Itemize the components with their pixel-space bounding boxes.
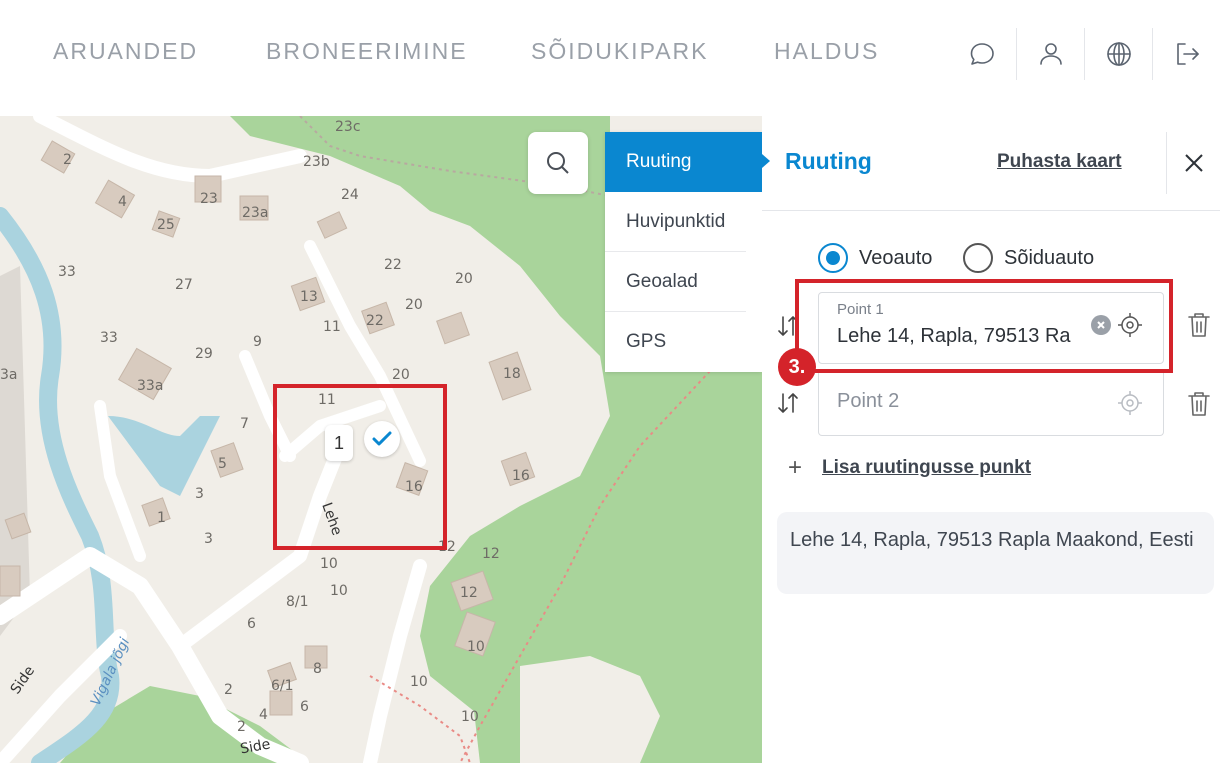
radio-unselected-indicator[interactable] xyxy=(963,243,993,273)
checkmark-icon[interactable] xyxy=(364,421,400,457)
menu-item-ruuting[interactable]: Ruuting xyxy=(605,132,762,192)
street-label-side: Side xyxy=(8,663,38,697)
house-number: 2 xyxy=(237,719,246,735)
search-icon xyxy=(547,152,569,174)
close-icon xyxy=(1184,154,1203,172)
radio-selected-indicator[interactable] xyxy=(818,243,848,273)
panel-title: Ruuting xyxy=(785,148,872,174)
logout-icon[interactable] xyxy=(1152,28,1220,80)
step-badge: 3. xyxy=(778,348,816,386)
house-number: 18 xyxy=(503,366,521,382)
house-number: 3a xyxy=(0,367,18,383)
house-number: 12 xyxy=(460,585,478,601)
house-number: 29 xyxy=(195,346,213,362)
nav-soidukipark[interactable]: SÕIDUKIPARK xyxy=(531,38,709,65)
locate-icon[interactable] xyxy=(1117,390,1143,416)
radio-label: Veoauto xyxy=(859,246,933,269)
house-number: 10 xyxy=(467,639,485,655)
house-number: 3 xyxy=(195,486,204,502)
divider xyxy=(762,210,1220,211)
swap-points-icon[interactable] xyxy=(777,390,799,416)
house-number: 6 xyxy=(247,616,256,632)
panel-pointer xyxy=(762,154,770,168)
house-number: 10 xyxy=(461,709,479,725)
house-number: 22 xyxy=(384,257,402,273)
house-number: 33 xyxy=(100,330,118,346)
nav-broneerimine[interactable]: BRONEERIMINE xyxy=(266,38,468,65)
add-route-point-label: Lisa ruutingusse punkt xyxy=(822,457,1032,478)
close-panel-button[interactable] xyxy=(1166,132,1220,194)
address-result[interactable]: Lehe 14, Rapla, 79513 Rapla Maakond, Ees… xyxy=(777,512,1214,594)
nav-aruanded[interactable]: ARUANDED xyxy=(53,38,198,65)
house-number: 3 xyxy=(204,531,213,547)
house-number: 24 xyxy=(341,187,359,203)
house-number: 23 xyxy=(200,191,218,207)
radio-veoauto[interactable]: Veoauto xyxy=(818,243,932,273)
house-number: 8/1 xyxy=(286,594,309,610)
house-number: 4 xyxy=(118,194,127,210)
house-number: 10 xyxy=(330,583,348,599)
nav-haldus[interactable]: HALDUS xyxy=(774,38,879,65)
house-number: 25 xyxy=(157,217,175,233)
add-route-point-button[interactable]: + Lisa ruutingusse punkt xyxy=(788,456,1031,480)
menu-item-gps[interactable]: GPS xyxy=(605,312,746,372)
house-number: 23a xyxy=(242,205,268,221)
menu-item-geoalad[interactable]: Geoalad xyxy=(605,252,746,312)
menu-item-huvipunktid[interactable]: Huvipunktid xyxy=(605,192,746,252)
house-number: 9 xyxy=(253,334,262,350)
clear-map-link[interactable]: Puhasta kaart xyxy=(997,151,1122,173)
house-number: 27 xyxy=(175,277,193,293)
delete-point-2-icon[interactable] xyxy=(1187,390,1211,418)
house-number: 22 xyxy=(366,313,384,329)
top-navigation: ARUANDED BRONEERIMINE SÕIDUKIPARK HALDUS xyxy=(0,0,1220,116)
house-number: 23c xyxy=(335,119,361,135)
radio-label: Sõiduauto xyxy=(1004,246,1095,269)
house-number: 2 xyxy=(224,682,233,698)
house-number: 10 xyxy=(320,556,338,572)
route-point-marker[interactable]: 1 xyxy=(325,425,353,461)
highlight-box-map xyxy=(273,384,447,550)
globe-icon[interactable] xyxy=(1084,28,1152,80)
house-number: 4 xyxy=(259,707,268,723)
map-tools-menu: Ruuting Huvipunktid Geoalad GPS xyxy=(605,132,762,372)
house-number: 8 xyxy=(313,661,322,677)
house-number: 12 xyxy=(482,546,500,562)
house-number: 6 xyxy=(300,699,309,715)
house-number: 23b xyxy=(303,154,330,170)
house-number: 5 xyxy=(218,456,227,472)
house-number: 20 xyxy=(405,297,423,313)
delete-point-1-icon[interactable] xyxy=(1187,311,1211,339)
point-2-input[interactable]: Point 2 xyxy=(837,390,899,413)
house-number: 20 xyxy=(455,271,473,287)
plus-icon: + xyxy=(788,454,803,481)
house-number: 2 xyxy=(63,152,72,168)
radio-soiduauto[interactable]: Sõiduauto xyxy=(963,243,1094,273)
map-search-button[interactable] xyxy=(528,132,588,194)
user-icon[interactable] xyxy=(1016,28,1084,80)
house-number: 33 xyxy=(58,264,76,280)
chat-icon[interactable] xyxy=(948,28,1016,80)
house-number: 7 xyxy=(240,416,249,432)
house-number: 13 xyxy=(300,289,318,305)
highlight-box-point-1 xyxy=(795,279,1173,373)
house-number: 20 xyxy=(392,367,410,383)
house-number: 11 xyxy=(323,319,341,335)
house-number: 16 xyxy=(512,468,530,484)
point-2-field[interactable]: Point 2 xyxy=(818,370,1164,436)
house-number: 33a xyxy=(137,378,163,394)
house-number: 1 xyxy=(157,510,166,526)
house-number: 6/1 xyxy=(271,678,294,694)
routing-panel xyxy=(762,116,1220,763)
house-number: 10 xyxy=(410,674,428,690)
